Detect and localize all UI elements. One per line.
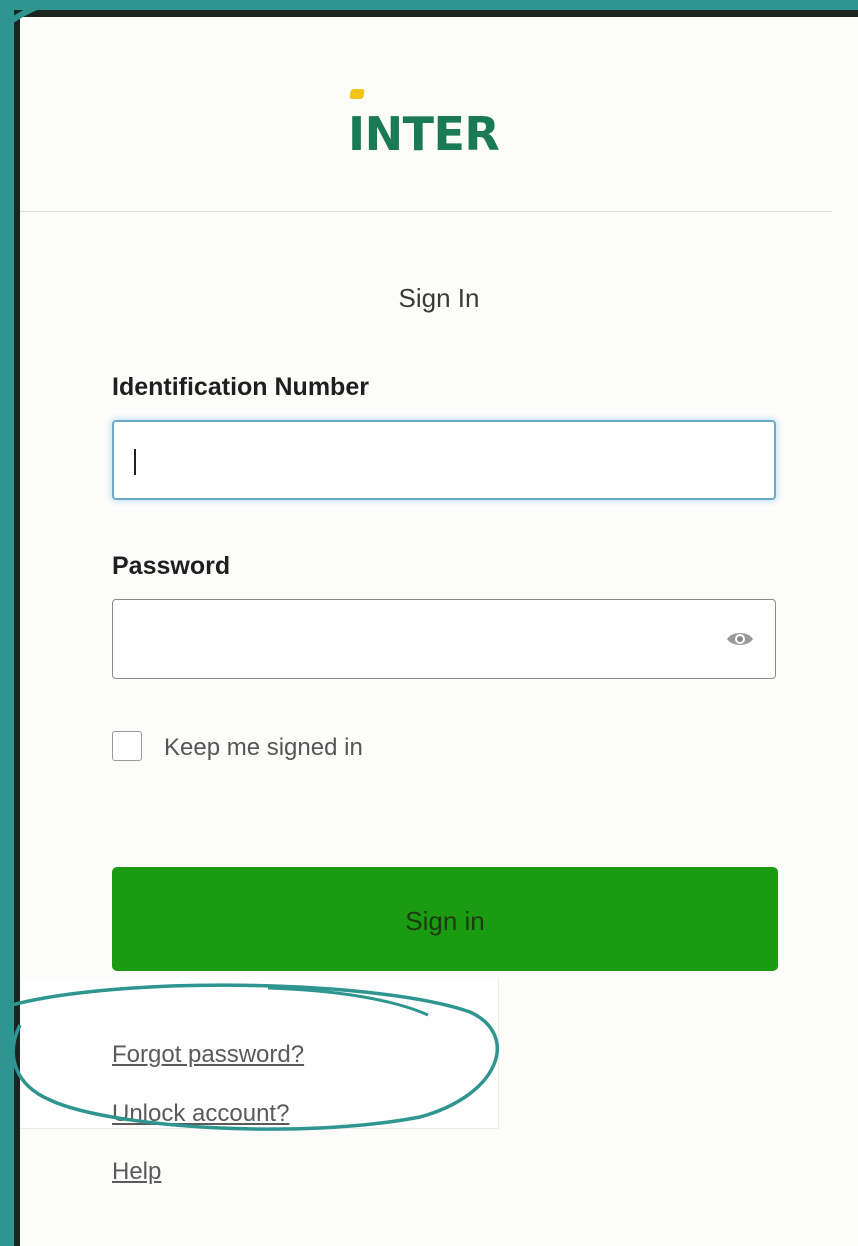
page-title: Sign In — [398, 283, 480, 313]
header-divider — [20, 211, 832, 212]
text-caret — [134, 449, 136, 475]
sign-in-button-label: Sign in — [405, 905, 485, 936]
unlock-account-link[interactable]: Unlock account? — [112, 1100, 289, 1128]
brand-logo: INTER — [348, 107, 500, 161]
password-label: Password — [112, 552, 231, 580]
password-input[interactable] — [129, 600, 733, 680]
eye-icon[interactable] — [725, 627, 755, 651]
id-number-field[interactable] — [112, 420, 776, 500]
sign-in-panel: INTER Sign In Identification Number Pass… — [20, 17, 858, 1246]
id-number-label: Identification Number — [112, 373, 369, 401]
forgot-password-link[interactable]: Forgot password? — [112, 1041, 304, 1069]
logo-accent-dot — [349, 89, 365, 99]
frame-border-top — [14, 10, 858, 17]
password-field[interactable] — [112, 599, 776, 680]
keep-signed-in-checkbox[interactable] — [112, 731, 142, 761]
id-number-input[interactable] — [130, 422, 734, 500]
sign-in-button[interactable]: Sign in — [112, 867, 778, 971]
help-link[interactable]: Help — [112, 1158, 161, 1186]
logo-header: INTER — [20, 17, 858, 212]
keep-signed-in-label[interactable]: Keep me signed in — [164, 734, 363, 762]
